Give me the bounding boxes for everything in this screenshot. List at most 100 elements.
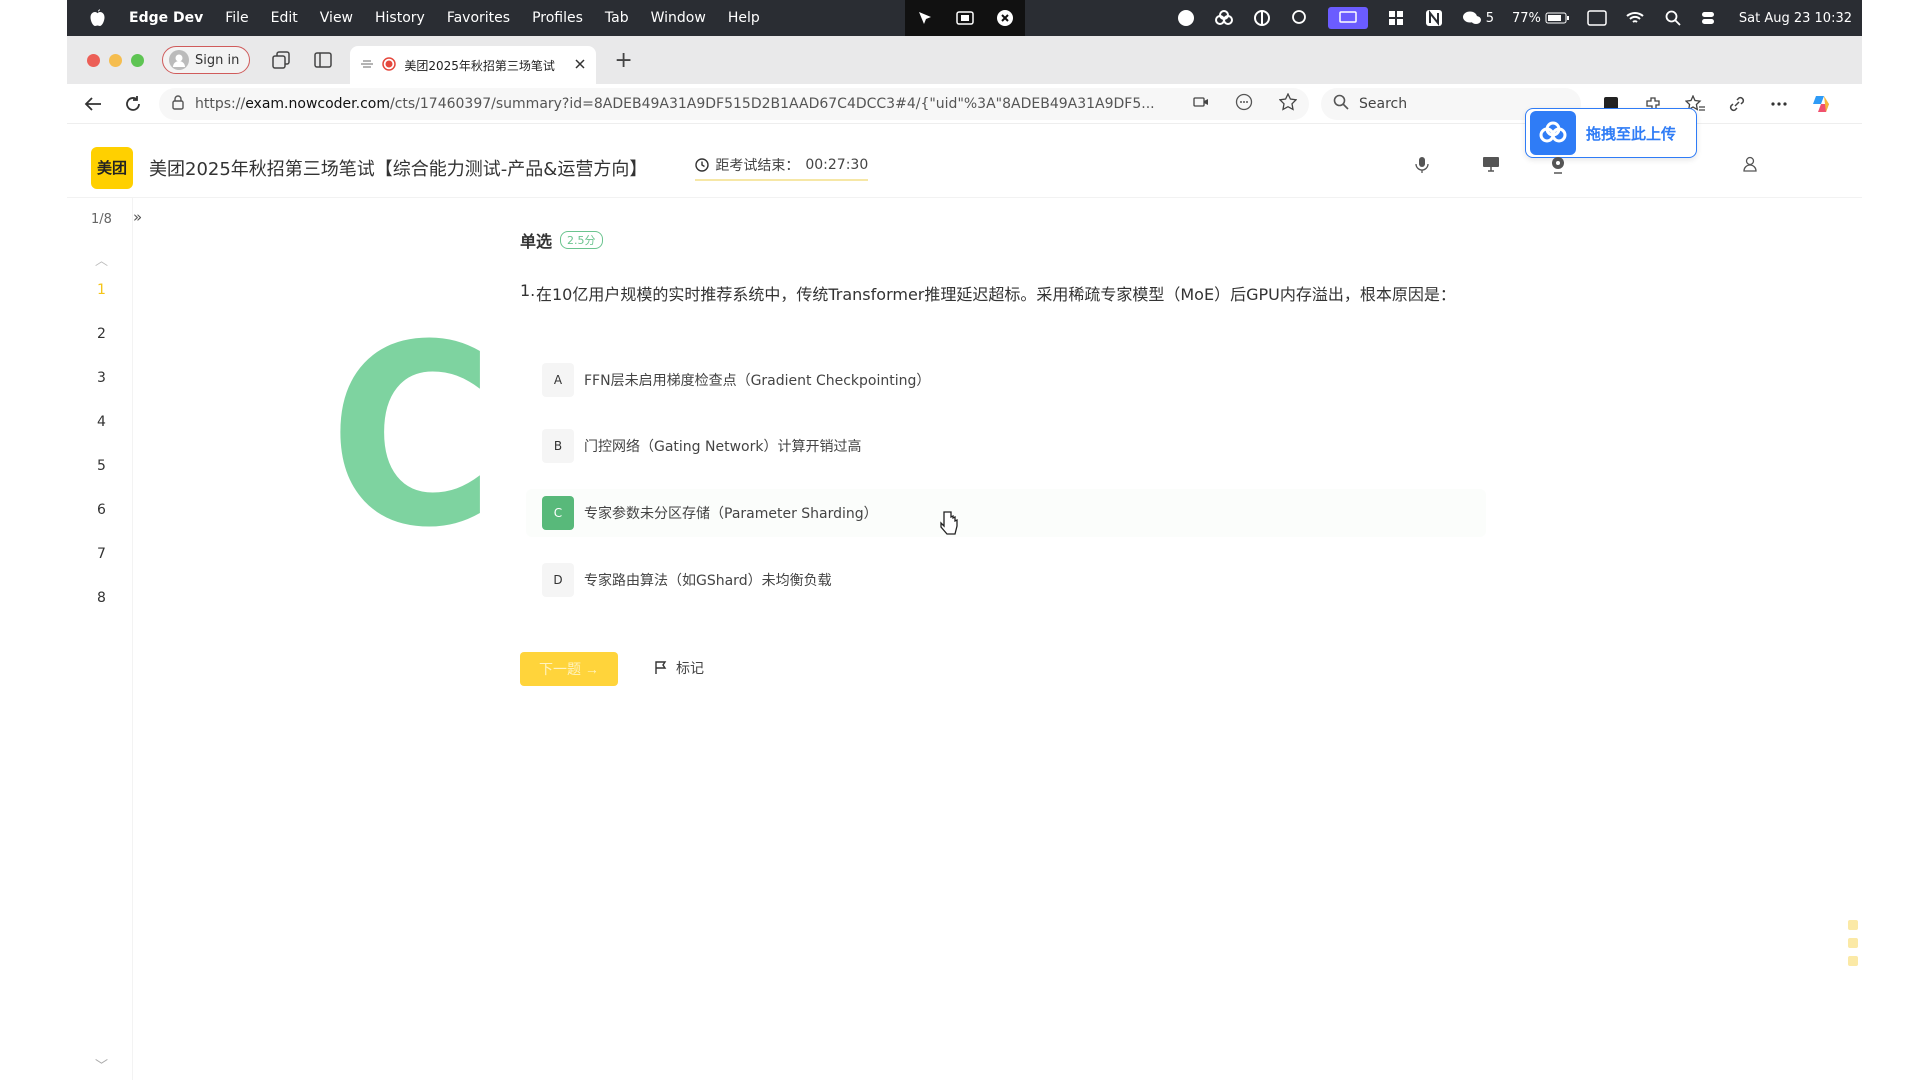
- zoom-window-button[interactable]: [131, 53, 144, 67]
- option-key: D: [542, 563, 574, 597]
- app-status-icon[interactable]: [1252, 9, 1272, 27]
- menu-profiles[interactable]: Profiles: [532, 10, 583, 26]
- question-type: 单选 2.5分: [520, 228, 603, 252]
- nav-question-4[interactable]: 4: [97, 414, 106, 430]
- side-floating-tools[interactable]: [1845, 920, 1861, 990]
- tab-title: 美团2025年秋招第三场笔试: [404, 58, 555, 73]
- address-bar[interactable]: https://exam.nowcoder.com/cts/17460397/s…: [159, 87, 1309, 120]
- url-prefix: https://: [195, 95, 246, 112]
- menu-app-name[interactable]: Edge Dev: [129, 10, 203, 26]
- nav-question-1[interactable]: 1: [97, 282, 106, 298]
- clock-icon: [695, 157, 710, 172]
- exam-header: 美团 美团2025年秋招第三场笔试【综合能力测试-产品&运营方向】 距考试结束：…: [67, 138, 1862, 198]
- refresh-icon[interactable]: [119, 90, 147, 118]
- menu-view[interactable]: View: [320, 10, 353, 26]
- menu-window[interactable]: Window: [651, 10, 706, 26]
- minimize-window-button[interactable]: [109, 53, 122, 67]
- nav-question-5[interactable]: 5: [97, 458, 106, 474]
- question-type-label: 单选: [520, 232, 553, 251]
- control-center-icon[interactable]: [1701, 9, 1721, 27]
- back-icon[interactable]: [79, 90, 107, 118]
- nav-question-6[interactable]: 6: [97, 502, 106, 518]
- sign-in-button[interactable]: Sign in: [162, 46, 251, 74]
- sign-in-label: Sign in: [195, 52, 240, 68]
- settings-more-icon[interactable]: [1767, 92, 1791, 116]
- menu-tab[interactable]: Tab: [605, 10, 629, 26]
- grid-icon[interactable]: [1386, 9, 1406, 27]
- tab-active[interactable]: 美团2025年秋招第三场笔试: [350, 46, 597, 84]
- tab-sleep-icon: [360, 58, 374, 73]
- side-tool-icon[interactable]: [1848, 938, 1858, 948]
- menu-favorites[interactable]: Favorites: [447, 10, 510, 26]
- lock-icon[interactable]: [171, 94, 185, 114]
- next-question-button[interactable]: 下一题 →: [520, 652, 618, 686]
- option-b[interactable]: B 门控网络（Gating Network）计算开销过高: [526, 422, 1486, 470]
- webcam-icon[interactable]: [1550, 156, 1568, 174]
- scroll-down-icon[interactable]: ﹀: [95, 1055, 108, 1074]
- more-options-icon[interactable]: [1235, 93, 1253, 115]
- option-key: B: [542, 429, 574, 463]
- screen-recording-controls: [905, 0, 1025, 36]
- scroll-up-icon[interactable]: ︿: [95, 250, 108, 269]
- nav-question-7[interactable]: 7: [97, 546, 106, 562]
- menu-edit[interactable]: Edit: [271, 10, 298, 26]
- qq-icon[interactable]: [1176, 9, 1196, 27]
- mark-question-button[interactable]: 标记: [654, 658, 704, 678]
- menubar-datetime[interactable]: Sat Aug 23 10:32: [1739, 11, 1852, 26]
- nav-question-2[interactable]: 2: [97, 326, 106, 342]
- option-d[interactable]: D 专家路由算法（如GShard）未均衡负载: [526, 556, 1486, 604]
- close-tab-icon[interactable]: [574, 58, 586, 73]
- battery-percent: 77%: [1511, 10, 1541, 26]
- spotlight-search-icon[interactable]: [1663, 9, 1683, 27]
- question-number: 1.: [520, 281, 536, 300]
- nav-question-8[interactable]: 8: [97, 590, 106, 606]
- microphone-icon[interactable]: [1414, 156, 1432, 174]
- vertical-tabs-icon[interactable]: [312, 49, 334, 71]
- copilot-icon[interactable]: [1809, 92, 1833, 116]
- screen-monitor-icon[interactable]: [1482, 156, 1500, 174]
- macos-menubar: Edge Dev File Edit View History Favorite…: [67, 0, 1862, 36]
- expand-sidebar-icon[interactable]: »: [133, 208, 142, 226]
- apple-icon[interactable]: [87, 8, 107, 28]
- side-tool-icon[interactable]: [1848, 956, 1858, 966]
- tab-bar: Sign in 美团2025年秋招第三场笔试 +: [67, 36, 1862, 84]
- user-profile-icon[interactable]: [1742, 156, 1758, 176]
- share-link-icon[interactable]: [1725, 92, 1749, 116]
- screen-share-icon[interactable]: [1327, 7, 1368, 29]
- option-a[interactable]: A FFN层未启用梯度检查点（Gradient Checkpointing）: [526, 356, 1486, 404]
- menu-history[interactable]: History: [375, 10, 425, 26]
- menubar-status-area: 5 77% Sat Aug 23 10:32: [1176, 0, 1852, 36]
- wechat-icon[interactable]: 5: [1462, 9, 1494, 27]
- search-placeholder: Search: [1359, 95, 1408, 112]
- notion-icon[interactable]: [1424, 9, 1444, 27]
- timer-value: 00:27:30: [805, 156, 869, 173]
- option-text: 门控网络（Gating Network）计算开销过高: [584, 439, 862, 455]
- url-path: /cts/17460397/summary?id=8ADEB49A31A9DF5…: [389, 95, 1155, 112]
- option-key: A: [542, 363, 574, 397]
- menu-help[interactable]: Help: [728, 10, 760, 26]
- chat-search-icon[interactable]: [1290, 9, 1310, 27]
- favorite-star-icon[interactable]: [1278, 91, 1298, 115]
- input-method-icon[interactable]: [1587, 9, 1607, 27]
- new-tab-button[interactable]: +: [614, 48, 632, 73]
- timer-label: 距考试结束：: [715, 157, 800, 174]
- question-body: 在10亿用户规模的实时推荐系统中，传统Transformer推理延迟超标。采用稀…: [536, 285, 1456, 304]
- stop-recording-icon[interactable]: [995, 9, 1015, 27]
- workspaces-icon[interactable]: [270, 49, 292, 71]
- wifi-icon[interactable]: [1625, 9, 1645, 27]
- mark-label: 标记: [676, 661, 704, 677]
- battery-icon[interactable]: 77%: [1512, 9, 1569, 27]
- baidu-netdisk-icon[interactable]: [1214, 9, 1234, 27]
- nav-question-3[interactable]: 3: [97, 370, 106, 386]
- url-text: https://exam.nowcoder.com/cts/17460397/s…: [195, 96, 1183, 112]
- cursor-icon[interactable]: [915, 9, 935, 27]
- close-window-button[interactable]: [87, 53, 100, 67]
- camera-icon[interactable]: [1193, 96, 1209, 112]
- profile-avatar-icon: [169, 50, 189, 70]
- meituan-logo: 美团: [91, 146, 133, 189]
- option-c[interactable]: C 专家参数未分区存储（Parameter Sharding）: [526, 489, 1486, 537]
- menu-file[interactable]: File: [225, 10, 248, 26]
- side-tool-icon[interactable]: [1848, 920, 1858, 930]
- screenshot-icon[interactable]: [955, 9, 975, 27]
- recording-indicator-icon: [382, 56, 397, 74]
